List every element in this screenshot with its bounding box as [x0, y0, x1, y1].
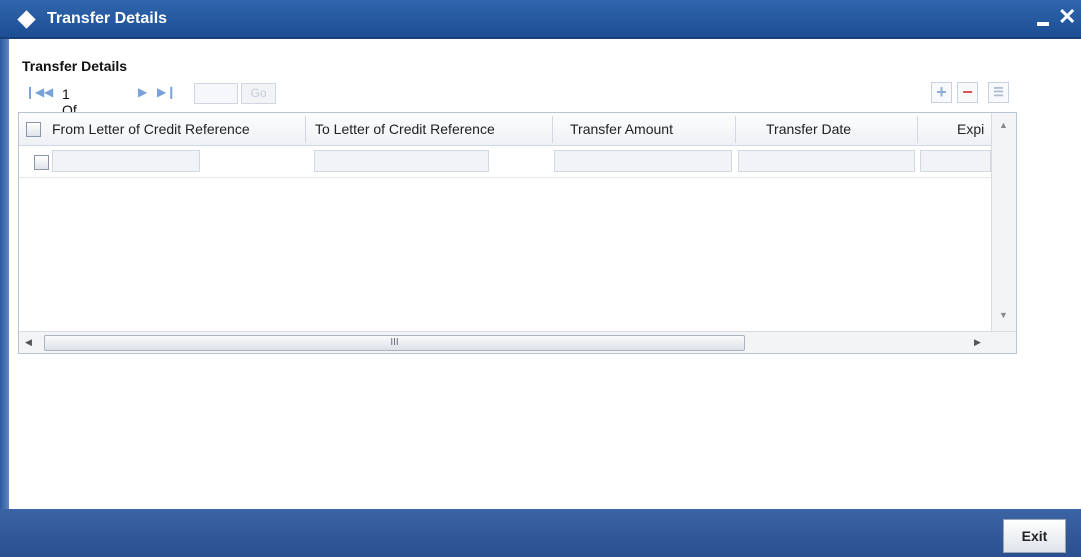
- row-select-checkbox[interactable]: [34, 155, 49, 170]
- transfer-amount-input[interactable]: [554, 150, 732, 172]
- list-icon: ☰: [993, 85, 1004, 99]
- window-left-edge: [0, 39, 9, 509]
- column-divider[interactable]: [917, 116, 918, 143]
- transfer-details-grid: From Letter of Credit Reference To Lette…: [18, 112, 1017, 354]
- delete-row-button[interactable]: −: [957, 82, 978, 103]
- column-header-expiry[interactable]: Expi: [957, 113, 991, 146]
- minimize-icon[interactable]: [1037, 22, 1049, 26]
- scroll-up-icon[interactable]: ▲: [999, 120, 1008, 130]
- last-page-icon[interactable]: ▶❙: [157, 85, 176, 99]
- app-diamond-icon: [17, 10, 36, 29]
- expiry-date-input[interactable]: [920, 150, 991, 172]
- window-titlebar: Transfer Details ✕: [0, 0, 1081, 39]
- scroll-right-icon[interactable]: ▶: [974, 337, 981, 348]
- column-divider[interactable]: [735, 116, 736, 143]
- column-header-transfer-date[interactable]: Transfer Date: [766, 113, 926, 146]
- window-title: Transfer Details: [47, 10, 168, 27]
- footer-bar: Exit: [0, 509, 1081, 557]
- minus-icon: −: [962, 82, 973, 102]
- transfer-date-input[interactable]: [738, 150, 915, 172]
- scroll-down-icon[interactable]: ▼: [999, 310, 1008, 320]
- column-divider[interactable]: [305, 116, 306, 143]
- previous-page-icon[interactable]: ◀: [44, 85, 53, 99]
- horizontal-scrollbar[interactable]: ◀ III ▶: [19, 331, 1016, 353]
- first-page-icon[interactable]: ❙◀: [25, 85, 44, 99]
- add-row-button[interactable]: +: [931, 82, 952, 103]
- section-title: Transfer Details: [22, 58, 128, 74]
- select-all-checkbox[interactable]: [26, 122, 41, 137]
- page-number-input[interactable]: [194, 83, 238, 104]
- go-button[interactable]: Go: [241, 83, 276, 104]
- grid-header-row: From Letter of Credit Reference To Lette…: [19, 113, 991, 146]
- from-lc-ref-input[interactable]: [52, 150, 200, 172]
- vertical-scrollbar[interactable]: ▲ ▼: [991, 113, 1016, 331]
- table-row: [19, 147, 991, 178]
- column-header-from-lc-ref[interactable]: From Letter of Credit Reference: [52, 113, 307, 146]
- close-icon[interactable]: ✕: [1058, 5, 1076, 29]
- exit-button[interactable]: Exit: [1003, 519, 1066, 553]
- next-page-icon[interactable]: ▶: [138, 85, 147, 99]
- column-header-to-lc-ref[interactable]: To Letter of Credit Reference: [315, 113, 555, 146]
- to-lc-ref-input[interactable]: [314, 150, 489, 172]
- column-header-transfer-amount[interactable]: Transfer Amount: [570, 113, 740, 146]
- single-view-button[interactable]: ☰: [988, 82, 1009, 103]
- column-divider[interactable]: [552, 116, 553, 143]
- scroll-left-icon[interactable]: ◀: [25, 337, 32, 348]
- scrollbar-thumb[interactable]: III: [44, 335, 745, 351]
- plus-icon: +: [936, 82, 947, 102]
